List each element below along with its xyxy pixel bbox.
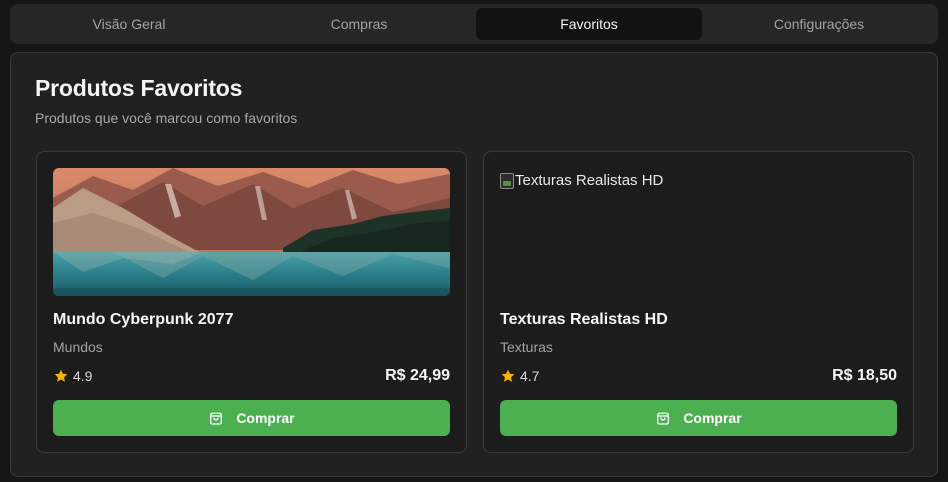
tab-favoritos[interactable]: Favoritos [476,8,702,40]
panel-title: Produtos Favoritos [35,75,243,101]
tab-configuracoes[interactable]: Configurações [706,8,932,40]
product-card[interactable]: Texturas Realistas HD Texturas Realistas… [483,151,914,453]
product-rating: 4.7 [500,368,539,384]
favorites-panel: Produtos Favoritos Produtos que você mar… [10,52,938,477]
buy-button-label: Comprar [683,410,742,426]
product-title: Texturas Realistas HD [500,311,668,328]
product-card[interactable]: Mundo Cyberpunk 2077 Mundos 4.9 R$ 24,99… [36,151,467,453]
landscape-image [53,168,450,296]
product-category: Texturas [500,339,553,355]
product-rating: 4.9 [53,368,92,384]
rating-value: 4.9 [73,368,93,384]
product-title: Mundo Cyberpunk 2077 [53,311,234,328]
product-price: R$ 24,99 [385,367,450,384]
buy-button[interactable]: Comprar [500,400,897,436]
panel-subtitle: Produtos que você marcou como favoritos [35,110,298,126]
buy-button[interactable]: Comprar [53,400,450,436]
product-category: Mundos [53,339,103,355]
shopping-bag-icon [657,412,670,425]
product-image[interactable] [53,168,450,296]
rating-value: 4.7 [520,368,540,384]
buy-button-label: Comprar [236,410,295,426]
shopping-bag-icon [210,412,223,425]
star-icon [54,369,68,382]
tab-bar: Visão Geral Compras Favoritos Configuraç… [10,4,938,44]
tab-visao-geral[interactable]: Visão Geral [16,8,242,40]
star-icon [501,369,515,382]
broken-image[interactable]: Texturas Realistas HD [500,172,663,189]
product-price: R$ 18,50 [832,367,897,384]
broken-image-icon [500,172,514,189]
image-alt-text: Texturas Realistas HD [515,172,664,189]
tab-compras[interactable]: Compras [246,8,472,40]
